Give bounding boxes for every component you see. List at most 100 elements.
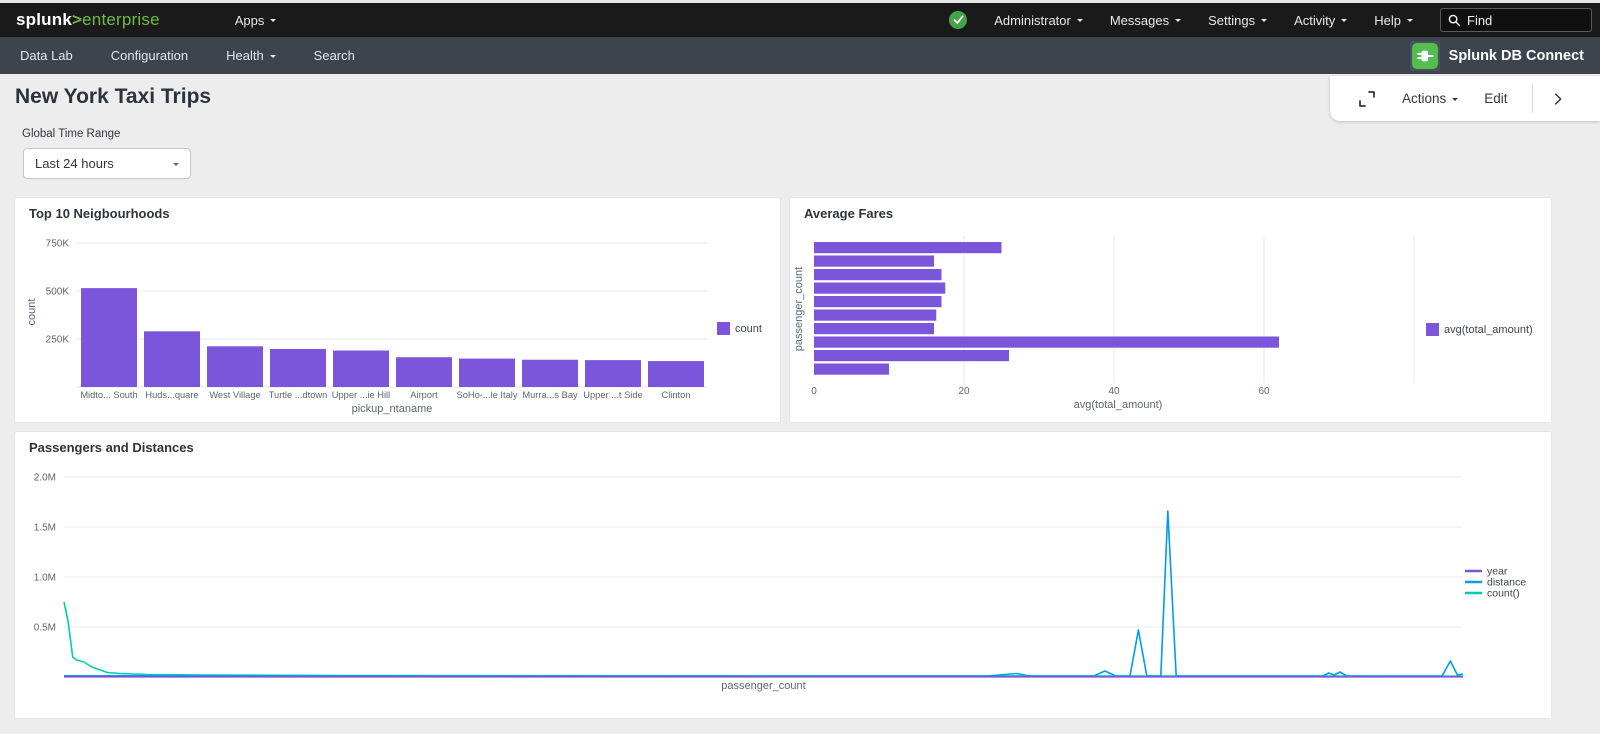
menu-activity[interactable]: Activity — [1294, 13, 1347, 28]
logo-splunk-text: splunk — [16, 10, 72, 29]
page-title: New York Taxi Trips — [15, 85, 211, 109]
actions-toolbar: Actions Edit — [1330, 76, 1600, 121]
panel-average-fares: 0204060passenger_countavg(total_amount)a… — [789, 197, 1552, 423]
menu-messages[interactable]: Messages — [1110, 13, 1181, 28]
expand-icon[interactable] — [1358, 90, 1376, 108]
y-axis-label: passenger_count — [793, 267, 805, 351]
app-nav-items: Data Lab Configuration Health Search — [20, 48, 355, 63]
actions-menu-label: Actions — [1402, 91, 1446, 106]
bar-6[interactable] — [459, 359, 515, 387]
y-tick-label: 500K — [46, 287, 70, 298]
menu-administrator[interactable]: Administrator — [994, 13, 1083, 28]
panel-passengers-distances: 0.5M1.0M1.5M2.0Mpassenger_countyeardista… — [14, 431, 1552, 719]
menu-help[interactable]: Help — [1374, 13, 1413, 28]
y-tick-label: 0.5M — [34, 623, 56, 634]
topbar-right-cluster: Administrator Messages Settings Activity Hel… — [949, 8, 1600, 32]
check-icon — [953, 15, 964, 25]
panel-title: Top 10 Neigbourhoods — [29, 206, 170, 221]
x-category-label: Turtle ...dtown — [269, 390, 328, 400]
nav-item-search[interactable]: Search — [314, 48, 355, 63]
hbar-0[interactable] — [814, 242, 1002, 253]
series-distance[interactable] — [64, 511, 1463, 676]
chevron-right-icon[interactable] — [1550, 91, 1566, 107]
nav-item-health[interactable]: Health — [226, 48, 276, 63]
hbar-3[interactable] — [814, 283, 945, 294]
db-connect-icon-frame — [1410, 41, 1440, 71]
x-axis-label: pickup_ntaname — [352, 403, 433, 415]
x-category-label: Midto... South — [80, 390, 137, 400]
bar-0[interactable] — [81, 288, 137, 387]
chevron-down-icon — [1452, 98, 1458, 104]
topbar-menus: Administrator Messages Settings Activity Hel… — [994, 13, 1413, 28]
time-range-label: Global Time Range — [22, 128, 120, 140]
x-tick-label: 0 — [811, 386, 817, 397]
x-axis-label: avg(total_amount) — [1074, 399, 1163, 411]
health-status-icon[interactable] — [949, 11, 967, 29]
toolbar-divider — [1532, 84, 1533, 113]
nav-item-configuration[interactable]: Configuration — [111, 48, 188, 63]
chevron-down-icon — [1175, 19, 1181, 25]
y-axis-label: count — [26, 299, 38, 326]
hbar-9[interactable] — [814, 364, 889, 375]
hbar-7[interactable] — [814, 337, 1279, 348]
menu-settings[interactable]: Settings — [1208, 13, 1267, 28]
y-tick-label: 2.0M — [34, 473, 56, 484]
hbar-6[interactable] — [814, 323, 934, 334]
chevron-down-icon — [1407, 19, 1413, 25]
legend-label: avg(total_amount) — [1444, 324, 1533, 336]
plug-icon — [1416, 47, 1434, 65]
hbar-5[interactable] — [814, 310, 936, 321]
nav-item-data-lab[interactable]: Data Lab — [20, 48, 73, 63]
series-count[interactable] — [64, 602, 1463, 676]
bar-5[interactable] — [396, 357, 452, 387]
legend-label: count — [735, 323, 762, 335]
x-category-label: Upper ...t Side — [583, 390, 642, 400]
chart-top-neighbourhoods: 250K500K750KMidto... SouthHuds...quareWe… — [15, 198, 782, 424]
actions-menu[interactable]: Actions — [1402, 91, 1458, 106]
x-tick-label: 60 — [1258, 386, 1270, 397]
bar-7[interactable] — [522, 360, 578, 387]
apps-menu-label: Apps — [235, 13, 265, 28]
y-tick-label: 1.0M — [34, 573, 56, 584]
bar-8[interactable] — [585, 360, 641, 387]
search-icon — [1448, 14, 1461, 27]
x-category-label: West Village — [209, 390, 260, 400]
bar-4[interactable] — [333, 351, 389, 387]
x-tick-label: 40 — [1108, 386, 1120, 397]
splunk-logo[interactable]: splunk>enterprise — [16, 10, 160, 30]
chevron-down-icon — [1341, 19, 1347, 25]
chart-passengers-distances: 0.5M1.0M1.5M2.0Mpassenger_countyeardista… — [15, 432, 1553, 720]
x-tick-label: 20 — [958, 386, 970, 397]
x-category-label: Murra...s Bay — [522, 390, 578, 400]
hbar-2[interactable] — [814, 269, 942, 280]
bar-2[interactable] — [207, 346, 263, 387]
chevron-down-icon — [270, 55, 276, 61]
hbar-4[interactable] — [814, 296, 942, 307]
bar-9[interactable] — [648, 361, 704, 387]
panel-title: Passengers and Distances — [29, 440, 194, 455]
x-category-label: Huds...quare — [145, 390, 198, 400]
time-range-dropdown[interactable]: Last 24 hours — [23, 148, 191, 179]
bar-1[interactable] — [144, 331, 200, 387]
app-nav-bar: Data Lab Configuration Health Search Splunk… — [0, 37, 1600, 74]
hbar-8[interactable] — [814, 350, 1009, 361]
logo-gt-text: > — [72, 10, 82, 29]
x-category-label: SoHo-...le Italy — [457, 390, 518, 400]
chart-average-fares: 0204060passenger_countavg(total_amount)a… — [790, 198, 1553, 424]
hbar-1[interactable] — [814, 256, 934, 267]
x-category-label: Upper ...ie Hill — [332, 390, 390, 400]
apps-menu[interactable]: Apps — [235, 13, 277, 28]
legend-swatch — [1426, 323, 1439, 336]
app-name-label: Splunk DB Connect — [1449, 48, 1584, 64]
logo-enterprise-text: enterprise — [82, 10, 160, 29]
app-identity[interactable]: Splunk DB Connect — [1410, 41, 1600, 71]
edit-button[interactable]: Edit — [1484, 91, 1507, 106]
x-axis-label: passenger_count — [721, 680, 805, 692]
chevron-down-icon — [270, 19, 276, 25]
panel-top-neighbourhoods: 250K500K750KMidto... SouthHuds...quareWe… — [14, 197, 781, 423]
find-input[interactable] — [1467, 13, 1577, 28]
legend-label: count() — [1487, 588, 1520, 600]
chevron-down-icon — [1261, 19, 1267, 25]
bar-3[interactable] — [270, 349, 326, 387]
find-search-box[interactable] — [1440, 8, 1592, 32]
